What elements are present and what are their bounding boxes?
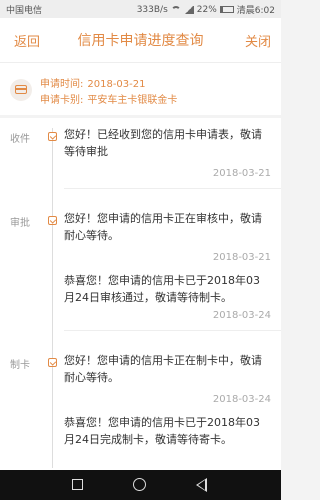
event-date: 2018-03-21 xyxy=(212,252,271,263)
event-message: 恭喜您！您申请的信用卡已于2018年03月24日审核通过，敬请等待制卡。 xyxy=(64,274,260,304)
network-speed: 333B/s xyxy=(136,4,168,15)
back-icon[interactable] xyxy=(196,478,207,492)
battery-percent: 22% xyxy=(196,4,217,15)
status-right: 333B/s 22% 清晨6:02 xyxy=(136,3,275,17)
event-date: 2018-03-24 xyxy=(212,310,271,321)
wifi-icon xyxy=(170,5,181,14)
card-type-label: 申请卡别: xyxy=(40,95,84,106)
divider xyxy=(64,330,281,331)
event-message: 您好！您申请的信用卡正在制卡中，敬请耐心等待。 xyxy=(64,354,262,384)
event-message: 您好！您申请的信用卡正在审核中，敬请耐心等待。 xyxy=(64,212,262,242)
divider xyxy=(64,188,281,189)
apply-time-value: 2018-03-21 xyxy=(87,79,146,90)
card-type-value: 平安车主卡银联金卡 xyxy=(87,95,178,106)
recent-apps-icon[interactable] xyxy=(72,479,83,490)
battery-icon xyxy=(219,6,234,13)
event-message: 恭喜您！您申请的信用卡已于2018年03月24日完成制卡，敬请等待寄卡。 xyxy=(64,416,260,446)
close-button[interactable]: 关闭 xyxy=(245,31,271,50)
check-icon xyxy=(48,358,57,367)
stage-label-received: 收件 xyxy=(10,134,30,145)
application-info: 申请时间: 2018-03-21 申请卡别: 平安车主卡银联金卡 xyxy=(0,63,281,115)
stage-label-review: 审批 xyxy=(10,218,30,229)
home-icon[interactable] xyxy=(133,478,146,491)
check-icon xyxy=(48,132,57,141)
event-message: 您好！已经收到您的信用卡申请表，敬请等待审批 xyxy=(64,128,262,158)
clock: 清晨6:02 xyxy=(236,6,275,16)
app-header: 返回 信用卡申请进度查询 关闭 xyxy=(0,18,281,63)
progress-timeline: 收件 审批 制卡 您好！已经收到您的信用卡申请表，敬请等待审批 2018-03-… xyxy=(0,118,281,470)
stage-label-card-making: 制卡 xyxy=(10,360,30,371)
system-nav-bar xyxy=(0,470,281,500)
check-icon xyxy=(48,216,57,225)
apply-time-label: 申请时间: xyxy=(40,79,84,90)
event-date: 2018-03-21 xyxy=(212,168,271,179)
signal-icon xyxy=(183,5,194,14)
credit-card-icon xyxy=(10,79,32,101)
apply-time-row: 申请时间: 2018-03-21 xyxy=(40,75,150,90)
timeline-line xyxy=(52,128,53,468)
status-bar: 中国电信 333B/s 22% 清晨6:02 xyxy=(0,0,281,18)
card-type-row: 申请卡别: 平安车主卡银联金卡 xyxy=(40,91,181,106)
page-title: 信用卡申请进度查询 xyxy=(77,33,204,49)
carrier-label: 中国电信 xyxy=(6,6,43,16)
event-date: 2018-03-24 xyxy=(212,394,271,405)
